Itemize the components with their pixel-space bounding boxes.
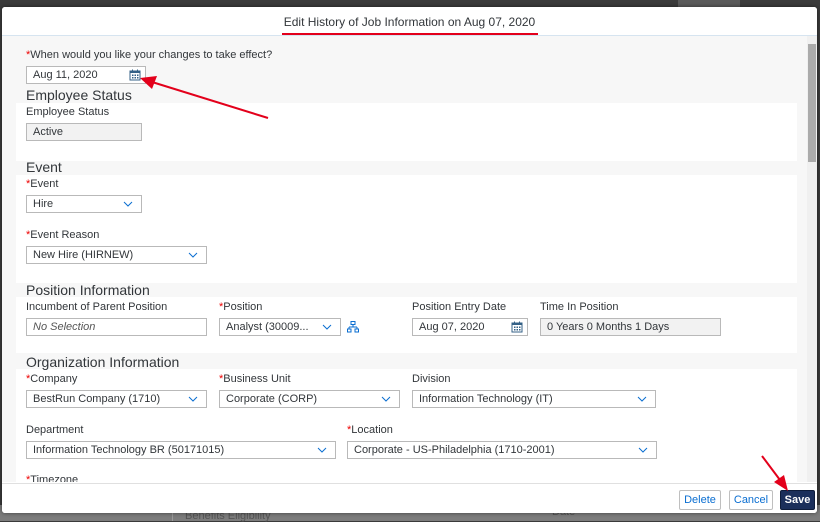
location-select[interactable]: Corporate - US-Philadelphia (1710-2001) [347,441,657,459]
event-reason-value: New Hire (HIRNEW) [33,249,134,261]
position-entry-date-value: Aug 07, 2020 [419,321,485,333]
event-section-title: Event [26,159,62,175]
business-unit-select[interactable]: Corporate (CORP) [219,390,400,408]
incumbent-field[interactable]: No Selection [26,318,207,336]
vertical-scrollbar[interactable] [807,36,817,482]
event-reason-label: *Event Reason [26,229,99,241]
department-value: Information Technology BR (50171015) [33,444,225,456]
company-value: BestRun Company (1710) [33,393,161,405]
scrollbar-thumb[interactable] [808,44,816,162]
chevron-down-icon [638,447,648,453]
business-unit-label-text: Business Unit [223,373,291,385]
incumbent-label: Incumbent of Parent Position [26,301,168,313]
position-value: Analyst (30009... [226,321,309,333]
company-label-text: Company [30,373,78,385]
chevron-down-icon [188,396,198,402]
dialog-header: Edit History of Job Information on Aug 0… [2,7,817,36]
event-reason-label-text: Event Reason [30,229,100,241]
organization-information-section-title: Organization Information [26,354,180,370]
business-unit-label: *Business Unit [219,373,291,385]
chevron-down-icon [381,396,391,402]
position-label-text: Position [223,301,263,313]
event-block [16,175,797,283]
position-select[interactable]: Analyst (30009... [219,318,341,336]
location-value: Corporate - US-Philadelphia (1710-2001) [354,444,555,456]
chevron-down-icon [637,396,647,402]
dialog-content: *When would you like your changes to tak… [2,36,807,482]
location-label: *Location [347,424,393,436]
employee-status-label: Employee Status [26,106,110,118]
time-in-position-label: Time In Position [540,301,619,313]
chevron-down-icon [123,201,133,207]
organization-information-block [16,369,797,482]
position-entry-date-input[interactable]: Aug 07, 2020 [412,318,528,336]
event-label: *Event [26,178,58,190]
chevron-down-icon [317,447,327,453]
event-label-text: Event [30,178,59,190]
calendar-icon[interactable] [511,321,523,333]
department-label: Department [26,424,84,436]
chevron-down-icon [188,252,198,258]
cancel-button[interactable]: Cancel [729,490,773,510]
timezone-label-text: Timezone [30,474,79,482]
company-label: *Company [26,373,77,385]
business-unit-value: Corporate (CORP) [226,393,318,405]
division-value: Information Technology (IT) [419,393,553,405]
dialog-title: Edit History of Job Information on Aug 0… [283,15,536,29]
division-label: Division [412,373,451,385]
background-tab [678,0,740,7]
effective-date-label: *When would you like your changes to tak… [26,49,272,61]
calendar-icon[interactable] [129,69,141,81]
effective-date-input[interactable]: Aug 11, 2020 [26,66,146,84]
title-annotation-underline [282,33,538,35]
effective-date-value: Aug 11, 2020 [33,69,98,81]
org-chart-icon[interactable] [347,321,359,333]
time-in-position-field: 0 Years 0 Months 1 Days [540,318,721,336]
company-select[interactable]: BestRun Company (1710) [26,390,207,408]
event-value: Hire [33,198,54,210]
department-select[interactable]: Information Technology BR (50171015) [26,441,336,459]
dialog-footer: Delete Cancel Save [2,483,817,513]
position-entry-date-label: Position Entry Date [412,301,507,313]
edit-history-dialog: Edit History of Job Information on Aug 0… [2,7,817,513]
timezone-label: *Timezone [26,474,78,482]
delete-button[interactable]: Delete [679,490,721,510]
employee-status-field: Active [26,123,142,141]
save-button[interactable]: Save [780,490,815,510]
effective-date-label-text: When would you like your changes to take… [30,49,273,61]
event-select[interactable]: Hire [26,195,142,213]
event-reason-select[interactable]: New Hire (HIRNEW) [26,246,207,264]
employee-status-section-title: Employee Status [26,87,132,103]
position-label: *Position [219,301,262,313]
position-information-section-title: Position Information [26,282,150,298]
division-select[interactable]: Information Technology (IT) [412,390,656,408]
location-label-text: Location [351,424,393,436]
chevron-down-icon [322,324,332,330]
